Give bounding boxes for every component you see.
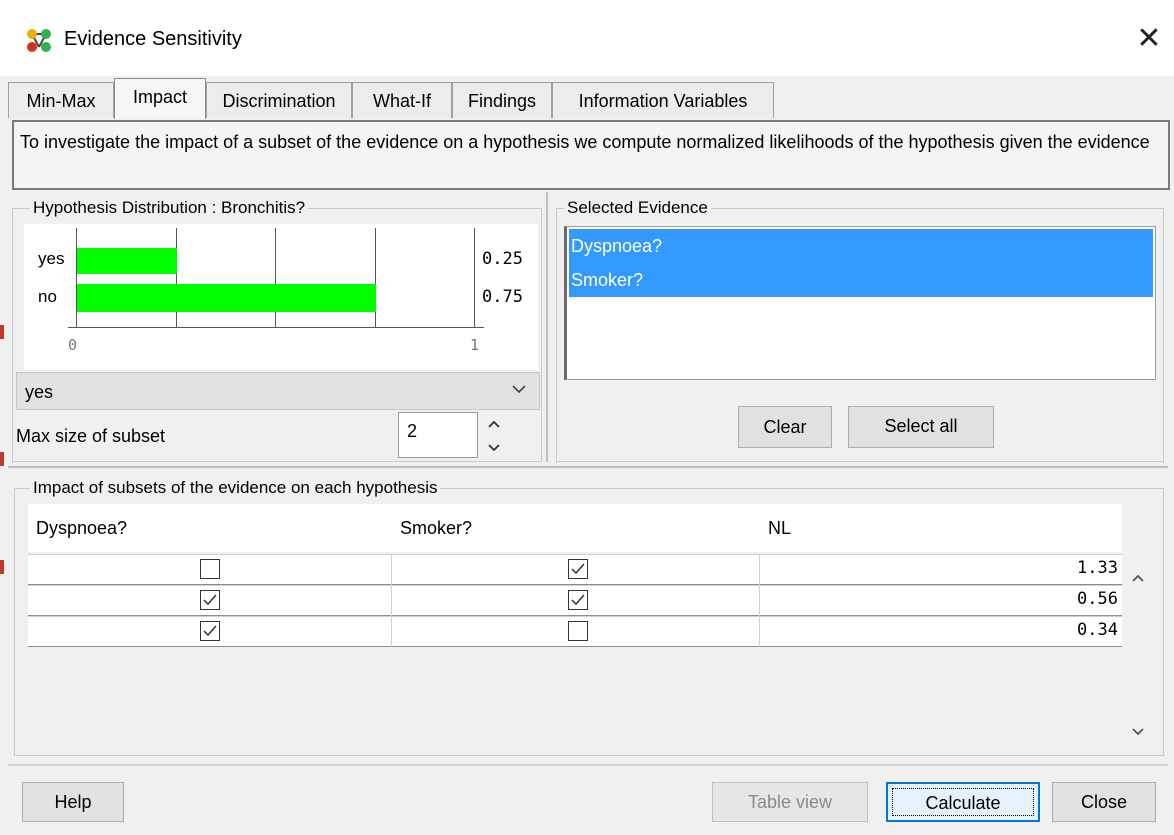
cell-nl: 0.56 (760, 586, 1122, 616)
cell-nl: 0.34 (760, 617, 1122, 647)
chevron-down-icon (511, 381, 527, 402)
y-axis (76, 228, 77, 328)
gridline (176, 228, 177, 328)
bar-no (77, 284, 376, 312)
left-edge-mark (0, 560, 4, 574)
calculate-button[interactable]: Calculate (886, 782, 1040, 822)
tab-information-variables[interactable]: Information Variables (552, 82, 774, 118)
network-app-icon (26, 28, 54, 54)
axis-max-label: 1 (470, 336, 480, 354)
dyspnoea-checkbox[interactable] (200, 590, 220, 610)
x-axis (68, 327, 484, 328)
dyspnoea-checkbox[interactable] (200, 621, 220, 641)
left-edge-mark (0, 452, 4, 466)
description-text: To investigate the impact of a subset of… (12, 120, 1170, 190)
dyspnoea-checkbox[interactable] (200, 559, 220, 579)
scroll-down-icon[interactable] (1128, 722, 1148, 747)
value-label-no: 0.75 (482, 287, 523, 307)
spinner-up-icon[interactable] (484, 414, 504, 434)
tab-findings[interactable]: Findings (452, 82, 552, 118)
hypothesis-state-select[interactable]: yes (16, 372, 540, 410)
clear-button[interactable]: Clear (738, 406, 832, 448)
cell-dyspnoea (28, 586, 392, 616)
nl-value: 1.33 (1077, 558, 1118, 578)
max-subset-label: Max size of subset (16, 426, 166, 446)
cell-smoker (392, 617, 760, 647)
bar-label-yes: yes (38, 249, 65, 268)
close-button[interactable]: Close (1052, 782, 1156, 822)
checkmark-icon (571, 594, 585, 606)
vertical-separator (546, 192, 548, 462)
cell-nl: 1.33 (760, 555, 1122, 585)
scroll-up-icon[interactable] (1128, 568, 1148, 593)
tab-discrimination[interactable]: Discrimination (206, 82, 352, 118)
spinner-down-icon[interactable] (484, 438, 504, 458)
table-row: 0.34 (28, 616, 1122, 647)
nl-value: 0.34 (1077, 620, 1118, 640)
help-button[interactable]: Help (22, 782, 124, 822)
checkmark-icon (203, 625, 217, 637)
close-icon[interactable]: ✕ (1132, 22, 1166, 56)
hypothesis-chart: yes no 0.25 0.75 0 1 (24, 224, 538, 370)
max-subset-input[interactable]: 2 (398, 412, 478, 458)
nl-value: 0.56 (1077, 589, 1118, 609)
window-title: Evidence Sensitivity (64, 28, 242, 50)
column-header-smoker[interactable]: Smoker? (392, 504, 760, 552)
evidence-item-smoker[interactable]: Smoker? (569, 263, 1153, 297)
smoker-checkbox[interactable] (568, 590, 588, 610)
smoker-checkbox[interactable] (568, 559, 588, 579)
checkmark-icon (571, 563, 585, 575)
select-value: yes (25, 382, 54, 402)
table-view-button[interactable]: Table view (712, 782, 868, 822)
impact-table: Dyspnoea? Smoker? NL 1.33 0.56 0.34 (28, 504, 1122, 754)
table-row: 0.56 (28, 585, 1122, 616)
column-header-dyspnoea[interactable]: Dyspnoea? (28, 504, 392, 552)
axis-min-label: 0 (68, 336, 78, 354)
horizontal-separator (8, 466, 1168, 468)
tab-impact[interactable]: Impact (114, 78, 206, 119)
left-edge-mark (0, 325, 4, 339)
gridline (375, 228, 376, 328)
gridline (474, 228, 475, 328)
tab-what-if[interactable]: What-If (352, 82, 452, 118)
column-header-nl[interactable]: NL (760, 504, 1122, 552)
gridline (275, 228, 276, 328)
table-row: 1.33 (28, 554, 1122, 585)
calculate-label: Calculate (892, 788, 1034, 816)
cell-smoker (392, 586, 760, 616)
selected-evidence-list[interactable]: Dyspnoea? Smoker? (564, 226, 1156, 380)
cell-smoker (392, 555, 760, 585)
cell-dyspnoea (28, 555, 392, 585)
bar-label-no: no (38, 287, 57, 306)
impact-group-title: Impact of subsets of the evidence on eac… (30, 478, 441, 498)
cell-dyspnoea (28, 617, 392, 647)
checkmark-icon (203, 594, 217, 606)
evidence-item-dyspnoea[interactable]: Dyspnoea? (569, 229, 1153, 263)
table-scrollbar[interactable] (1122, 558, 1154, 754)
select-all-button[interactable]: Select all (848, 406, 994, 448)
selected-evidence-title: Selected Evidence (564, 198, 711, 218)
hypothesis-group-title: Hypothesis Distribution : Bronchitis? (30, 198, 309, 218)
smoker-checkbox[interactable] (568, 621, 588, 641)
tab-min-max[interactable]: Min-Max (8, 82, 114, 118)
footer-separator (8, 764, 1168, 766)
value-label-yes: 0.25 (482, 249, 523, 269)
bar-yes (77, 248, 177, 274)
